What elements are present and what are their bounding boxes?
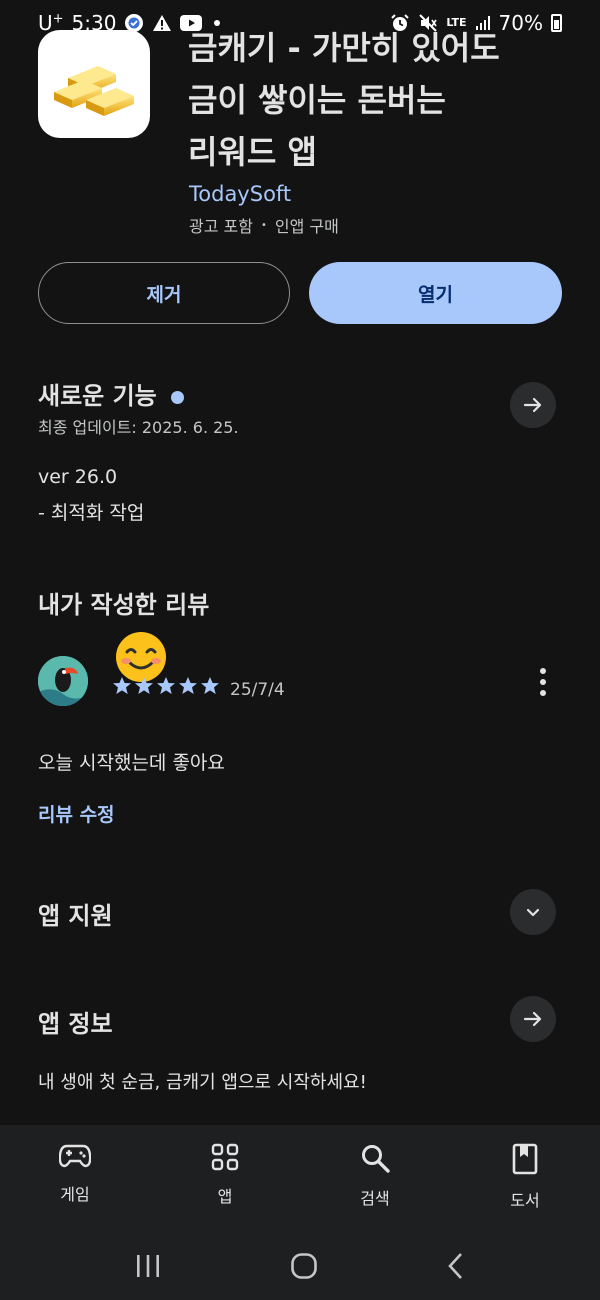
star-icon: [113, 677, 131, 694]
network-type-label: LTE: [446, 16, 467, 29]
mute-icon: [418, 13, 438, 33]
app-info-arrow-button[interactable]: [510, 996, 556, 1042]
avatar: [38, 656, 88, 706]
apps-grid-icon: [211, 1143, 239, 1171]
recent-apps-icon[interactable]: [134, 1253, 162, 1283]
system-navigation-bar: [0, 1235, 600, 1300]
status-left: U+ 5:30: [38, 11, 221, 35]
whats-new-arrow-button[interactable]: [510, 382, 556, 428]
play-store-app-page: U+ 5:30 LTE 70% 금캐기 - 가만히 있어도 금이 쌓이는 돈버는…: [0, 0, 600, 1300]
nav-label-apps: 앱: [217, 1187, 233, 1206]
clock: 5:30: [71, 11, 117, 35]
star-icon: [179, 677, 197, 694]
nav-label-books: 도서: [510, 1191, 540, 1210]
back-icon[interactable]: [446, 1252, 466, 1284]
star-icon: [201, 677, 219, 694]
battery-icon: [551, 14, 562, 32]
youtube-icon: [180, 15, 203, 31]
warning-icon: [152, 14, 172, 32]
status-right: LTE 70%: [390, 11, 562, 35]
notification-dot-icon: [214, 20, 221, 26]
whats-new-title[interactable]: 새로운 기능: [38, 376, 184, 411]
book-icon: [512, 1143, 538, 1175]
home-icon[interactable]: [290, 1252, 318, 1284]
open-button[interactable]: 열기: [309, 262, 562, 324]
shield-icon: [124, 13, 144, 33]
star-rating: [112, 676, 220, 696]
star-icon: [157, 677, 175, 694]
app-description: 내 생애 첫 순금, 금캐기 앱으로 시작하세요!: [38, 1072, 367, 1093]
nav-item-apps[interactable]: 앱: [150, 1125, 300, 1235]
app-support-title[interactable]: 앱 지원: [38, 896, 113, 931]
ads-label: 광고 포함: [189, 217, 253, 236]
signal-icon: [475, 15, 491, 31]
star-icon: [135, 677, 153, 694]
uninstall-button[interactable]: 제거: [38, 262, 290, 324]
arrow-right-icon: [523, 1011, 542, 1027]
gamepad-icon: [59, 1144, 91, 1168]
app-icon: [38, 30, 150, 138]
review-date: 25/7/4: [230, 680, 285, 700]
review-more-options-icon[interactable]: [530, 666, 556, 698]
new-indicator-dot: [170, 390, 184, 404]
nav-item-search[interactable]: 검색: [300, 1125, 450, 1235]
carrier-label: U+: [38, 11, 64, 35]
my-review-title: 내가 작성한 리뷰: [38, 591, 210, 619]
developer-link[interactable]: TodaySoft: [189, 182, 291, 206]
bottom-navigation: 게임 앱 검색 도서: [0, 1125, 600, 1235]
version-text: ver 26.0: [38, 466, 118, 488]
app-support-expand-button[interactable]: [510, 889, 556, 935]
nav-label-search: 검색: [360, 1189, 390, 1208]
nav-item-books[interactable]: 도서: [450, 1125, 600, 1235]
nav-label-games: 게임: [60, 1185, 90, 1204]
edit-review-link[interactable]: 리뷰 수정: [38, 800, 115, 827]
app-info-title[interactable]: 앱 정보: [38, 1004, 113, 1039]
status-bar: U+ 5:30 LTE 70%: [0, 0, 600, 46]
chevron-down-icon: [526, 908, 540, 917]
app-meta: 광고 포함 • 인앱 구매: [189, 213, 339, 237]
alarm-icon: [390, 13, 410, 33]
gold-bars-icon: [54, 66, 134, 116]
battery-percent: 70%: [498, 11, 543, 35]
last-updated: 최종 업데이트: 2025. 6. 25.: [38, 418, 239, 437]
iap-label: 인앱 구매: [274, 217, 339, 236]
whats-new-title-text: 새로운 기능: [38, 382, 157, 410]
meta-separator: •: [260, 219, 267, 231]
release-notes: - 최적화 작업: [38, 502, 145, 524]
search-icon: [362, 1145, 390, 1173]
nav-item-games[interactable]: 게임: [0, 1125, 150, 1235]
review-text: 오늘 시작했는데 좋아요: [38, 752, 225, 774]
arrow-right-icon: [523, 397, 542, 413]
